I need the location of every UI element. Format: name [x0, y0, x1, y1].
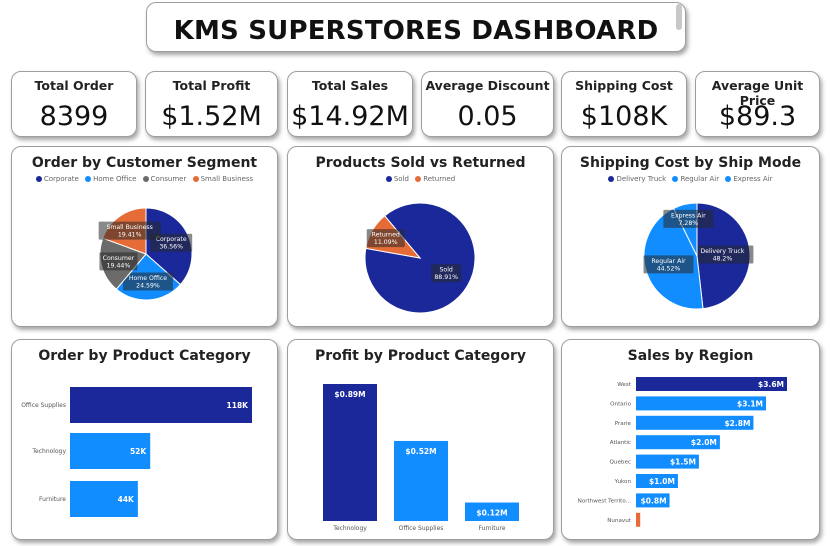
svg-text:44.52%: 44.52% — [657, 265, 681, 272]
data-label: 52K — [130, 447, 147, 456]
title-card: KMS SUPERSTORES DASHBOARD — [146, 2, 686, 52]
category-label: Prarie — [615, 421, 632, 427]
data-label-returned: Returned11.09% — [366, 229, 405, 248]
data-label-consumer: Consumer19.44% — [99, 252, 138, 271]
bar-chart-sales-by-region[interactable]: West $3.6M Ontario $3.1M Prarie $2.8M Atlantic… — [562, 340, 821, 541]
kpi-value: $89.3 — [718, 101, 797, 132]
svg-text:Home Office: Home Office — [129, 275, 167, 282]
category-label: Quebec — [610, 460, 631, 466]
data-label: $3.6M — [758, 380, 784, 389]
svg-text:Consumer: Consumer — [103, 255, 135, 262]
data-label: $0.12M — [476, 509, 507, 518]
kpi-card-total-order: Total Order 8399 — [11, 71, 137, 137]
data-label-delivery-truck: Delivery Truck48.2% — [691, 245, 754, 264]
data-label: $2.0M — [691, 438, 717, 447]
kpi-card-shipping-cost: Shipping Cost $108K — [561, 71, 687, 137]
category-label: Furniture — [39, 496, 66, 503]
svg-text:Express Air: Express Air — [671, 212, 706, 219]
category-label: Northwest Territo... — [578, 498, 632, 504]
kpi-label: Shipping Cost — [575, 78, 673, 93]
bar-chart-order-by-category[interactable]: Office Supplies 118K Technology 52K Furnitur… — [12, 340, 279, 541]
kpi-value: $108K — [580, 101, 668, 132]
category-label: Office Supplies — [21, 402, 66, 409]
category-label: West — [617, 382, 632, 388]
data-label-regular-air: Regular Air44.52% — [643, 255, 694, 274]
kpi-label: Total Sales — [311, 78, 389, 93]
kpi-value: 0.05 — [457, 101, 518, 132]
page-title: KMS SUPERSTORES DASHBOARD — [173, 16, 659, 46]
svg-text:Returned: Returned — [372, 232, 400, 239]
pie-chart-ship-mode[interactable]: Delivery Truck48.2%Regular Air44.52%Expr… — [562, 147, 821, 328]
category-label: Furniture — [479, 525, 506, 532]
bar-nunavut[interactable] — [636, 512, 641, 527]
kpi-label: Total Order — [34, 78, 114, 93]
kpi-value: $1.52M — [161, 101, 262, 132]
svg-text:Small Business: Small Business — [106, 224, 152, 231]
data-label: 118K — [227, 401, 250, 410]
panel-products-sold-vs-returned: Products Sold vs Returned Sold Returned … — [287, 146, 554, 327]
panel-order-by-product-category: Order by Product Category Office Supplie… — [11, 339, 278, 540]
svg-text:Sold: Sold — [439, 267, 452, 274]
category-label: Nunavut — [607, 518, 632, 524]
kpi-label: Average Discount — [425, 78, 550, 93]
column-technology[interactable] — [323, 384, 377, 521]
data-label: $0.8M — [641, 496, 667, 505]
kpi-label: Total Profit — [172, 78, 251, 93]
data-label-small-business: Small Business19.41% — [98, 221, 161, 240]
scrollbar-thumb[interactable] — [676, 4, 682, 30]
kpi-card-total-sales: Total Sales $14.92M — [287, 71, 413, 137]
category-label: Ontario — [610, 401, 631, 407]
data-label: $0.52M — [405, 447, 436, 456]
kpi-value: 8399 — [39, 101, 109, 132]
svg-text:19.44%: 19.44% — [107, 262, 131, 269]
category-label: Office Supplies — [399, 525, 444, 532]
data-label: $3.1M — [737, 399, 763, 408]
data-label-sold: Sold88.91% — [431, 264, 462, 283]
svg-text:88.91%: 88.91% — [434, 274, 458, 281]
kpi-card-average-unit-price: Average Unit Price $89.3 — [695, 71, 820, 137]
svg-text:24.59%: 24.59% — [136, 283, 160, 290]
svg-text:Delivery Truck: Delivery Truck — [700, 248, 744, 255]
kpi-card-total-profit: Total Profit $1.52M — [145, 71, 278, 137]
pie-chart-sold-vs-returned[interactable]: Sold88.91% Returned11.09% — [288, 147, 555, 328]
panel-sales-by-region: Sales by Region West $3.6M Ontario $3.1M Pra… — [561, 339, 820, 540]
kpi-value: $14.92M — [291, 101, 409, 132]
svg-text:Regular Air: Regular Air — [651, 258, 686, 265]
data-label: $1.0M — [649, 477, 675, 486]
category-label: Yukon — [614, 479, 632, 485]
data-label: $2.8M — [724, 419, 750, 428]
svg-text:7.28%: 7.28% — [679, 220, 699, 227]
data-label: 44K — [118, 495, 135, 504]
kpi-card-average-discount: Average Discount 0.05 — [421, 71, 554, 137]
column-chart-profit-by-category[interactable]: $0.89M Technology $0.52M Office Supplies $0.… — [288, 340, 555, 541]
bar-office-supplies[interactable] — [70, 387, 252, 423]
svg-text:11.09%: 11.09% — [374, 239, 398, 246]
category-label: Technology — [31, 448, 66, 455]
data-label-home-office: Home Office24.59% — [122, 272, 173, 291]
panel-profit-by-product-category: Profit by Product Category $0.89M Technol… — [287, 339, 554, 540]
category-label: Technology — [332, 525, 367, 532]
data-label: $0.89M — [334, 390, 365, 399]
data-label-express-air: Express Air7.28% — [663, 209, 714, 228]
data-label: $1.5M — [670, 458, 696, 467]
svg-text:36.56%: 36.56% — [159, 244, 183, 251]
panel-shipping-cost-by-ship-mode: Shipping Cost by Ship Mode Delivery Truc… — [561, 146, 820, 327]
svg-text:19.41%: 19.41% — [118, 232, 142, 239]
panel-order-by-customer-segment: Order by Customer Segment Corporate Home… — [11, 146, 278, 327]
pie-chart-customer-segment[interactable]: Corporate36.56%Home Office24.59%Consumer… — [12, 147, 279, 328]
category-label: Atlantic — [610, 440, 631, 446]
svg-text:48.2%: 48.2% — [713, 256, 733, 263]
